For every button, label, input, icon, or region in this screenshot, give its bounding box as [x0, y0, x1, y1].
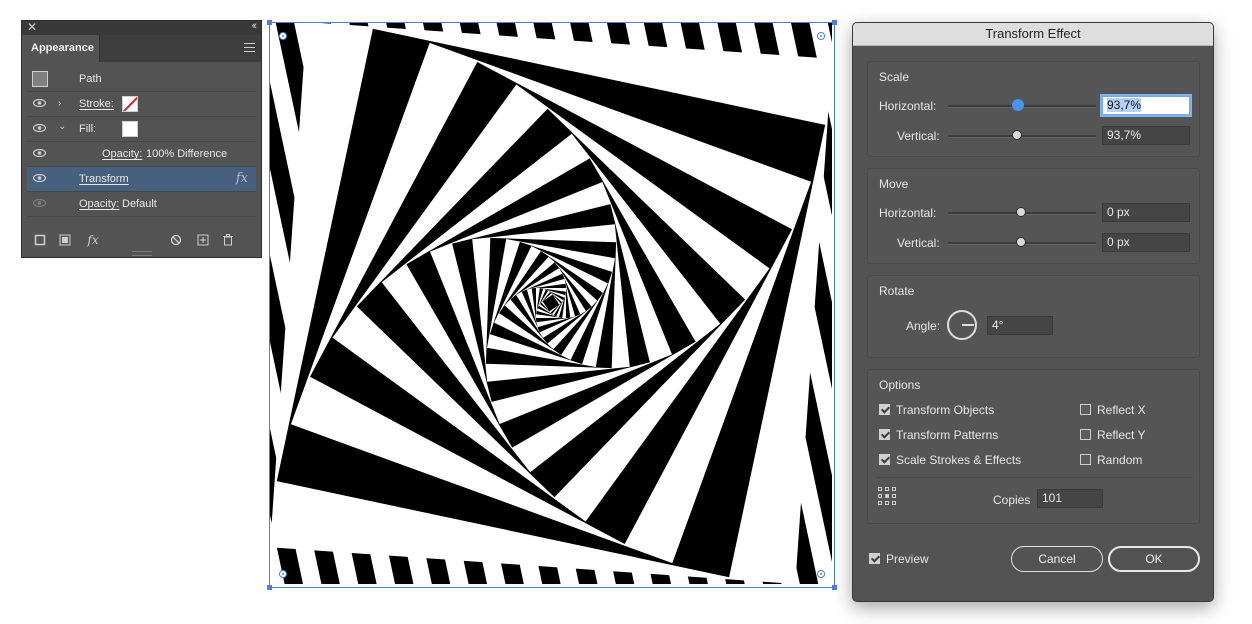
- close-icon[interactable]: ✕: [27, 20, 37, 34]
- collapse-chevron-icon[interactable]: ⌄: [58, 121, 66, 132]
- scale-horizontal-knob[interactable]: [1012, 99, 1024, 111]
- scale-vertical-input[interactable]: 93,7%: [1102, 126, 1190, 145]
- move-vertical-input[interactable]: 0 px: [1102, 233, 1190, 252]
- appearance-row-path[interactable]: Path: [27, 67, 256, 92]
- path-thumbnail: [32, 71, 48, 87]
- rotate-title: Rotate: [879, 284, 915, 298]
- scale-strokes-checkbox[interactable]: [879, 454, 890, 465]
- transform-patterns-label[interactable]: Transform Patterns: [896, 428, 998, 442]
- appearance-row-fill[interactable]: ⌄ Fill:: [27, 117, 256, 142]
- row-value-opacity-default: Default: [122, 198, 157, 210]
- add-stroke-icon[interactable]: [34, 234, 46, 246]
- move-title: Move: [879, 177, 909, 191]
- row-label-opacity-default[interactable]: Opacity:: [79, 198, 119, 210]
- rotate-group: Rotate Angle: 4°: [867, 275, 1200, 358]
- copies-input[interactable]: 101: [1037, 489, 1103, 508]
- move-vertical-knob[interactable]: [1016, 237, 1026, 247]
- visibility-eye-icon[interactable]: [33, 174, 46, 182]
- copies-label: Copies: [993, 493, 1031, 507]
- corner-widget-top-right[interactable]: [817, 32, 825, 40]
- row-label-fill: Fill:: [79, 123, 97, 135]
- scale-group: Scale Horizontal: 93,7% Vertical: 93,7%: [867, 61, 1200, 157]
- scale-vertical-label: Vertical:: [897, 129, 940, 143]
- row-label-opacity[interactable]: Opacity:: [102, 148, 142, 160]
- reflect-y-label[interactable]: Reflect Y: [1097, 428, 1145, 442]
- duplicate-item-icon[interactable]: [197, 234, 209, 246]
- corner-widget-bottom-left[interactable]: [279, 570, 287, 578]
- options-group: Options Transform Objects Transform Patt…: [867, 369, 1200, 524]
- add-effect-icon[interactable]: fx: [84, 234, 102, 246]
- appearance-panel: ✕ ‹‹ Appearance Path › Stroke: ⌄ Fill: O…: [21, 20, 262, 258]
- row-label-stroke[interactable]: Stroke:: [79, 98, 114, 110]
- move-horizontal-knob[interactable]: [1016, 207, 1026, 217]
- add-fill-icon[interactable]: [59, 234, 71, 246]
- move-group: Move Horizontal: 0 px Vertical: 0 px: [867, 168, 1200, 264]
- fill-swatch[interactable]: [122, 121, 138, 137]
- scale-vertical-knob[interactable]: [1012, 130, 1022, 140]
- collapse-icon[interactable]: ‹‹: [252, 20, 258, 32]
- transform-effect-dialog: Transform Effect Scale Horizontal: 93,7%…: [852, 22, 1214, 602]
- appearance-row-stroke[interactable]: › Stroke:: [27, 92, 256, 117]
- resize-handle-top-right[interactable]: [832, 20, 837, 25]
- resize-handle-bottom-left[interactable]: [267, 585, 272, 590]
- panel-menu-icon[interactable]: [244, 43, 255, 55]
- transform-objects-checkbox[interactable]: [879, 404, 890, 415]
- row-label-transform[interactable]: Transform: [79, 173, 129, 185]
- tab-appearance[interactable]: Appearance: [22, 35, 100, 62]
- random-label[interactable]: Random: [1097, 453, 1142, 467]
- preview-checkbox[interactable]: [869, 553, 880, 564]
- corner-widget-top-left[interactable]: [279, 32, 287, 40]
- ok-button[interactable]: OK: [1108, 546, 1200, 572]
- panel-footer: fx: [22, 231, 261, 251]
- appearance-list: Path › Stroke: ⌄ Fill: Opacity: 100% Dif…: [27, 67, 256, 217]
- reference-point-icon[interactable]: [878, 487, 898, 507]
- artboard[interactable]: [267, 20, 837, 590]
- reflect-y-checkbox[interactable]: [1080, 429, 1091, 440]
- stroke-swatch[interactable]: [122, 96, 138, 112]
- reflect-x-label[interactable]: Reflect X: [1097, 403, 1146, 417]
- transform-patterns-checkbox[interactable]: [879, 429, 890, 440]
- panel-topbar: ✕ ‹‹: [22, 20, 261, 35]
- scale-title: Scale: [879, 70, 910, 84]
- scale-horizontal-input[interactable]: 93,7%: [1102, 96, 1190, 115]
- resize-handle-bottom-right[interactable]: [832, 585, 837, 590]
- fx-icon[interactable]: fx: [236, 171, 248, 186]
- angle-dial[interactable]: [947, 310, 977, 340]
- clear-appearance-icon[interactable]: [170, 234, 182, 246]
- appearance-row-opacity[interactable]: Opacity: Default: [27, 192, 256, 217]
- move-vertical-label: Vertical:: [897, 236, 940, 250]
- visibility-eye-icon[interactable]: [33, 199, 46, 207]
- preview-label[interactable]: Preview: [886, 552, 929, 566]
- spiral-artwork: [270, 22, 834, 587]
- visibility-eye-icon[interactable]: [33, 124, 46, 132]
- angle-input[interactable]: 4°: [987, 316, 1053, 335]
- appearance-row-fill-opacity[interactable]: Opacity: 100% Difference: [27, 142, 256, 167]
- random-checkbox[interactable]: [1080, 454, 1091, 465]
- appearance-row-transform[interactable]: Transform fx: [27, 167, 256, 192]
- cancel-button[interactable]: Cancel: [1011, 546, 1103, 572]
- options-divider: [876, 477, 1193, 478]
- trash-icon[interactable]: [222, 234, 234, 246]
- reflect-x-checkbox[interactable]: [1080, 404, 1091, 415]
- move-horizontal-label: Horizontal:: [879, 206, 937, 220]
- visibility-eye-icon[interactable]: [33, 149, 46, 157]
- move-horizontal-input[interactable]: 0 px: [1102, 203, 1190, 222]
- row-label-path: Path: [79, 73, 102, 85]
- visibility-eye-icon[interactable]: [33, 99, 46, 107]
- scale-strokes-label[interactable]: Scale Strokes & Effects: [896, 453, 1021, 467]
- transform-objects-label[interactable]: Transform Objects: [896, 403, 994, 417]
- expand-chevron-icon[interactable]: ›: [58, 98, 61, 109]
- corner-widget-bottom-right[interactable]: [817, 570, 825, 578]
- dialog-title: Transform Effect: [853, 23, 1213, 46]
- resize-handle-top-left[interactable]: [267, 20, 272, 25]
- scale-horizontal-label: Horizontal:: [879, 99, 937, 113]
- row-value-opacity: 100% Difference: [146, 148, 228, 160]
- panel-tab-row: Appearance: [22, 35, 261, 62]
- options-title: Options: [879, 378, 921, 392]
- angle-label: Angle:: [906, 319, 941, 333]
- resize-grip[interactable]: [132, 251, 152, 256]
- scale-vertical-slider[interactable]: [948, 135, 1096, 138]
